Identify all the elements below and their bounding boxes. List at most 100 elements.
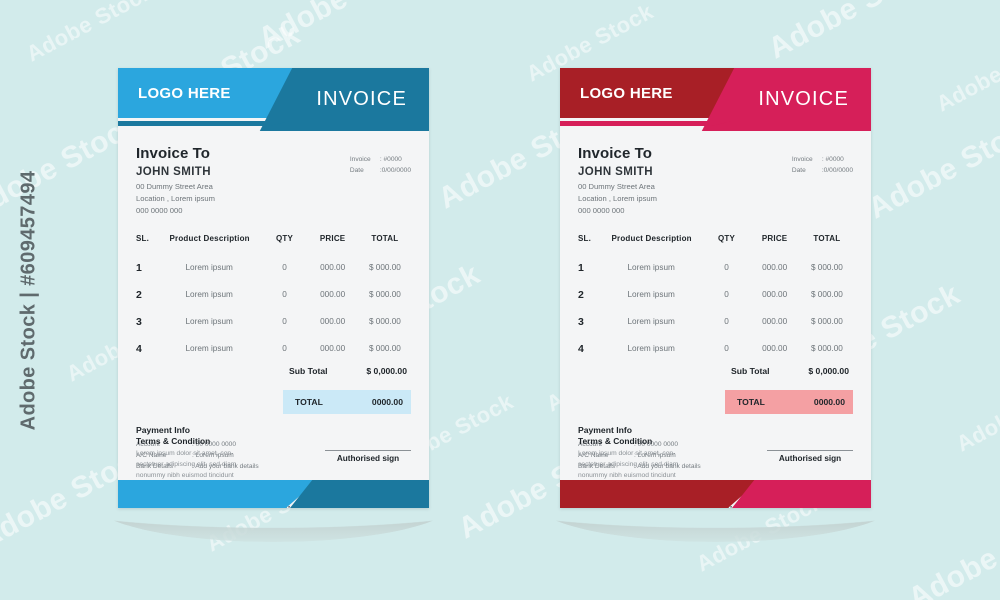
table-row: 1 Lorem ipsum 0 000.00 $ 000.00 — [136, 254, 411, 281]
invoice-body: Invoice To JOHN SMITH 00 Dummy Street Area… — [118, 131, 429, 470]
customer-phone: 000 0000 000 — [578, 205, 625, 215]
header-price: PRICE — [319, 234, 346, 244]
table-row: 1 Lorem ipsum 0 000.00 $ 000.00 — [578, 254, 853, 281]
header-qty: QTY — [717, 234, 736, 244]
subtotal-label: Sub Total — [289, 366, 328, 377]
header-description: Product Description — [169, 234, 250, 244]
signature-label: Authorised sign — [336, 454, 400, 464]
cell-description: Lorem ipsum — [627, 290, 675, 300]
meta-key: Date — [791, 166, 806, 174]
subtotal-value: $ 0,000.00 — [366, 366, 407, 377]
terms-heading: Terms & Condition — [136, 436, 211, 447]
line-items-table: SL. Product Description QTY PRICE TOTAL 1 Lore… — [136, 234, 411, 362]
cell-description: Lorem ipsum — [185, 290, 233, 300]
cell-total: $ 000.00 — [810, 290, 843, 300]
meta-row: Invoice: #0000 — [792, 155, 853, 166]
watermark-text: Adobe Stock — [253, 0, 436, 56]
table-row: 3 Lorem ipsum 0 000.00 $ 000.00 — [578, 308, 853, 335]
cell-total: $ 000.00 — [810, 317, 843, 327]
invoice-body: Invoice To JOHN SMITH 00 Dummy Street Area… — [560, 131, 871, 470]
cell-sl: 2 — [136, 288, 142, 301]
meta-row: Date:0/00/0000 — [350, 166, 411, 177]
cell-price: 000.00 — [762, 263, 788, 273]
signature-label: Authorised sign — [778, 454, 842, 464]
cell-price: 000.00 — [762, 344, 788, 354]
invoice-card-red: LOGO HERE INVOICE Invoice To JOHN SMITH 00 D… — [532, 68, 899, 542]
cell-qty: 0 — [724, 263, 729, 273]
cell-total: $ 000.00 — [810, 263, 843, 273]
meta-value: : #0000 — [821, 156, 844, 163]
table-row: 2 Lorem ipsum 0 000.00 $ 000.00 — [136, 281, 411, 308]
cell-qty: 0 — [724, 317, 729, 327]
cell-description: Lorem ipsum — [627, 263, 675, 273]
cell-price: 000.00 — [320, 317, 346, 327]
customer-phone: 000 0000 000 — [136, 205, 183, 215]
total-row: TOTAL 0000.00 — [283, 390, 411, 415]
logo-label: LOGO HERE — [580, 84, 673, 102]
payment-info-heading: Payment Info — [578, 425, 632, 436]
subtotal-row: Sub Total $ 0,000.00 — [283, 366, 411, 376]
totals-block: Sub Total $ 0,000.00 TOTAL 0000.00 — [578, 366, 853, 415]
meta-value: :0/00/0000 — [379, 166, 411, 174]
watermark-text: Adobe Stock — [863, 107, 1000, 226]
table-row: 4 Lorem ipsum 0 000.00 $ 000.00 — [578, 335, 853, 362]
cell-total: $ 000.00 — [368, 344, 401, 354]
meta-key: Invoice — [349, 156, 371, 163]
customer-address-line-1: 00 Dummy Street Area — [578, 182, 655, 191]
meta-row: Date :0/00/0000 — [792, 166, 853, 177]
invoice-footer — [560, 480, 871, 508]
line-items-table: SL. Product Description QTY PRICE TOTAL 1 Lore… — [578, 234, 853, 362]
payment-info-heading: Payment Info — [136, 425, 190, 436]
cell-qty: 0 — [282, 290, 287, 300]
header-total: TOTAL — [813, 234, 841, 244]
signature-block: Authorised sign — [325, 450, 411, 463]
header-sl: SL. — [136, 234, 150, 244]
cell-sl: 4 — [136, 342, 142, 355]
cell-total: $ 000.00 — [368, 317, 401, 327]
table-row: 4 Lorem ipsum 0 000.00 $ 000.00 — [136, 335, 411, 362]
subtotal-value: $ 0,000.00 — [808, 366, 849, 377]
header-qty: QTY — [275, 234, 294, 244]
logo-label: LOGO HERE — [138, 84, 231, 102]
invoice-title: INVOICE — [758, 88, 849, 110]
footer-right-ribbon — [732, 480, 871, 508]
meta-value: : #0000 — [379, 156, 402, 163]
header-price: PRICE — [761, 234, 788, 244]
meta-value: :0/00/0000 — [821, 166, 853, 174]
cell-qty: 0 — [282, 263, 287, 273]
adobe-stock-credit: Adobe Stock | #609457494 — [6, 0, 52, 600]
table-row: 3 Lorem ipsum 0 000.00 $ 000.00 — [136, 308, 411, 335]
header-accent-bar — [560, 121, 732, 126]
invoice-paper: LOGO HERE INVOICE Invoice To JOHN SMITH 00 D… — [560, 68, 871, 508]
total-value: 0000.00 — [371, 397, 403, 408]
footer-left-ribbon — [560, 480, 760, 508]
totals-block: Sub Total $ 0,000.00 TOTAL 0000.00 — [136, 366, 411, 415]
terms-heading: Terms & Condition — [578, 436, 653, 447]
footer-right-ribbon — [290, 480, 429, 508]
header-hatch-decor — [280, 120, 310, 127]
header-sl: SL. — [578, 234, 592, 244]
cell-price: 000.00 — [320, 263, 346, 273]
footer-left-ribbon — [118, 480, 318, 508]
invoice-paper: LOGO HERE INVOICE Invoice To JOHN SMITH 00 D… — [118, 68, 429, 508]
meta-row: Invoice : #0000 — [350, 155, 411, 166]
cell-price: 000.00 — [320, 344, 346, 354]
cell-price: 000.00 — [762, 317, 788, 327]
watermark-text: Adobe Stock — [903, 497, 1000, 600]
signature-block: Authorised sign — [767, 450, 853, 463]
invoice-meta: Invoice: #0000 Date :0/00/0000 — [792, 155, 853, 177]
total-row: TOTAL 0000.00 — [725, 390, 853, 415]
table-header-row: SL. Product Description QTY PRICE TOTAL — [578, 234, 853, 254]
total-label: TOTAL — [295, 397, 323, 408]
customer-address-line-2: Location , Lorem ipsum — [578, 193, 657, 203]
header-hatch-decor — [722, 120, 752, 127]
customer-address-line-1: 00 Dummy Street Area — [136, 182, 213, 191]
header-description: Product Description — [611, 234, 692, 244]
customer-address-line-2: Location , Lorem ipsum — [136, 193, 215, 203]
cell-qty: 0 — [282, 344, 287, 354]
subtotal-label: Sub Total — [731, 366, 770, 377]
watermark-text: Adobe Stock — [932, 29, 1000, 117]
signature-line — [767, 450, 853, 452]
subtotal-row: Sub Total $ 0,000.00 — [725, 366, 853, 376]
cell-description: Lorem ipsum — [627, 344, 675, 354]
